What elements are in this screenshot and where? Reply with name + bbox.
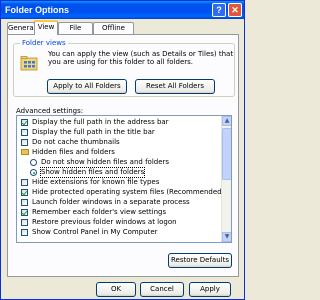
setting-hide-protected-os-files[interactable]: Hide protected operating system files (R… <box>17 188 225 197</box>
folder-views-icon <box>20 56 38 71</box>
setting-group-hidden-files: Hidden files and folders <box>17 148 222 157</box>
apply-to-all-folders-button[interactable]: Apply to All Folders <box>47 79 127 94</box>
checkbox[interactable] <box>21 129 28 136</box>
radio-button[interactable] <box>30 159 37 166</box>
window-title: Folder Options <box>5 5 69 15</box>
setting-show-hidden[interactable]: Show hidden files and folders <box>17 167 222 178</box>
checkbox[interactable] <box>21 139 28 146</box>
setting-launch-separate-process[interactable]: Launch folder windows in a separate proc… <box>17 198 222 207</box>
setting-restore-previous-windows[interactable]: Restore previous folder windows at logon <box>17 218 222 227</box>
restore-defaults-button[interactable]: Restore Defaults <box>168 253 232 268</box>
folder-options-dialog: Folder Options ? ✕ General View File Typ… <box>0 0 245 300</box>
checkbox[interactable] <box>21 179 28 186</box>
folder-views-group: Folder views You can apply the view (suc… <box>13 39 235 97</box>
view-tab-panel: Folder views You can apply the view (suc… <box>7 34 239 277</box>
setting-label: Show Control Panel in My Computer <box>32 228 158 236</box>
folder-icon <box>21 149 29 155</box>
setting-do-not-show-hidden[interactable]: Do not show hidden files and folders <box>17 158 222 167</box>
setting-show-control-panel[interactable]: Show Control Panel in My Computer <box>17 228 222 237</box>
setting-label: Hide protected operating system files (R… <box>32 188 225 196</box>
setting-do-not-cache-thumbnails[interactable]: Do not cache thumbnails <box>17 138 222 147</box>
title-bar[interactable]: Folder Options ? ✕ <box>1 1 244 19</box>
folder-views-description: You can apply the view (such as Details … <box>48 50 234 66</box>
setting-remember-view-settings[interactable]: Remember each folder's view settings <box>17 208 222 217</box>
scroll-down-icon[interactable]: ▼ <box>222 232 231 242</box>
scroll-thumb[interactable] <box>222 128 231 180</box>
checkbox[interactable] <box>21 119 28 126</box>
close-button[interactable]: ✕ <box>228 3 242 17</box>
setting-label: Show hidden files and folders <box>39 167 146 178</box>
checkbox[interactable] <box>21 219 28 226</box>
tab-offline-files[interactable]: Offline Files <box>93 22 134 43</box>
ok-button[interactable]: OK <box>96 282 136 297</box>
list-scrollbar[interactable]: ▲ ▼ <box>221 116 231 242</box>
checkbox[interactable] <box>21 209 28 216</box>
tab-view[interactable]: View <box>34 20 58 35</box>
apply-button[interactable]: Apply <box>189 282 231 297</box>
tab-file-types[interactable]: File Types <box>58 22 93 43</box>
setting-label: Hide extensions for known file types <box>32 178 160 186</box>
cancel-button[interactable]: Cancel <box>140 282 184 297</box>
checkbox[interactable] <box>21 199 28 206</box>
setting-label: Display the full path in the title bar <box>32 128 155 136</box>
setting-label: Remember each folder's view settings <box>32 208 167 216</box>
setting-label: Display the full path in the address bar <box>32 118 169 126</box>
advanced-settings-label: Advanced settings: <box>16 107 84 115</box>
setting-label: Do not cache thumbnails <box>32 138 120 146</box>
setting-hide-extensions[interactable]: Hide extensions for known file types <box>17 178 222 187</box>
radio-button[interactable] <box>30 169 37 176</box>
scroll-up-icon[interactable]: ▲ <box>222 116 231 126</box>
setting-full-path-title-bar[interactable]: Display the full path in the title bar <box>17 128 222 137</box>
setting-label: Do not show hidden files and folders <box>41 158 170 166</box>
checkbox[interactable] <box>21 189 28 196</box>
setting-label: Restore previous folder windows at logon <box>32 218 177 226</box>
checkbox[interactable] <box>21 229 28 236</box>
help-button[interactable]: ? <box>212 3 226 17</box>
tab-general[interactable]: General <box>7 22 36 34</box>
setting-group-label: Hidden files and folders <box>32 148 115 156</box>
setting-label: Launch folder windows in a separate proc… <box>32 198 190 206</box>
advanced-settings-list[interactable]: Display the full path in the address bar… <box>16 115 232 243</box>
folder-views-legend: Folder views <box>20 39 68 47</box>
reset-all-folders-button[interactable]: Reset All Folders <box>135 79 215 94</box>
setting-full-path-address-bar[interactable]: Display the full path in the address bar <box>17 118 222 127</box>
